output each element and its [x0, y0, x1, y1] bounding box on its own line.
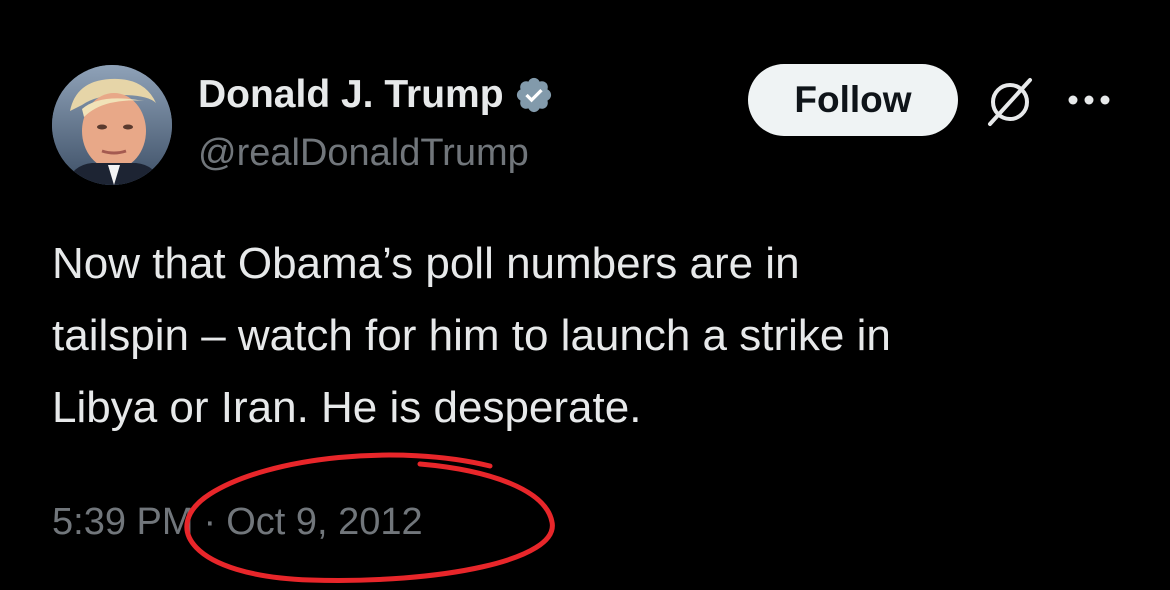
tweet-date: Oct 9, 2012 [226, 501, 423, 543]
timestamp-separator: · [203, 501, 217, 543]
tweet-timestamp[interactable]: 5:39 PM · Oct 9, 2012 [52, 498, 423, 546]
avatar[interactable] [52, 65, 172, 185]
verified-badge-icon [516, 77, 551, 113]
grok-icon[interactable] [984, 76, 1036, 128]
author-name-row: Donald J. Trump [198, 72, 554, 118]
author-display-name[interactable]: Donald J. Trump [198, 72, 504, 118]
follow-button[interactable]: Follow [748, 64, 958, 136]
more-horizontal-icon[interactable] [1066, 92, 1112, 108]
tweet-text: Now that Obama’s poll numbers are in tai… [52, 239, 891, 432]
author-handle[interactable]: @realDonaldTrump [198, 130, 529, 176]
tweet-time: 5:39 PM [52, 501, 194, 543]
